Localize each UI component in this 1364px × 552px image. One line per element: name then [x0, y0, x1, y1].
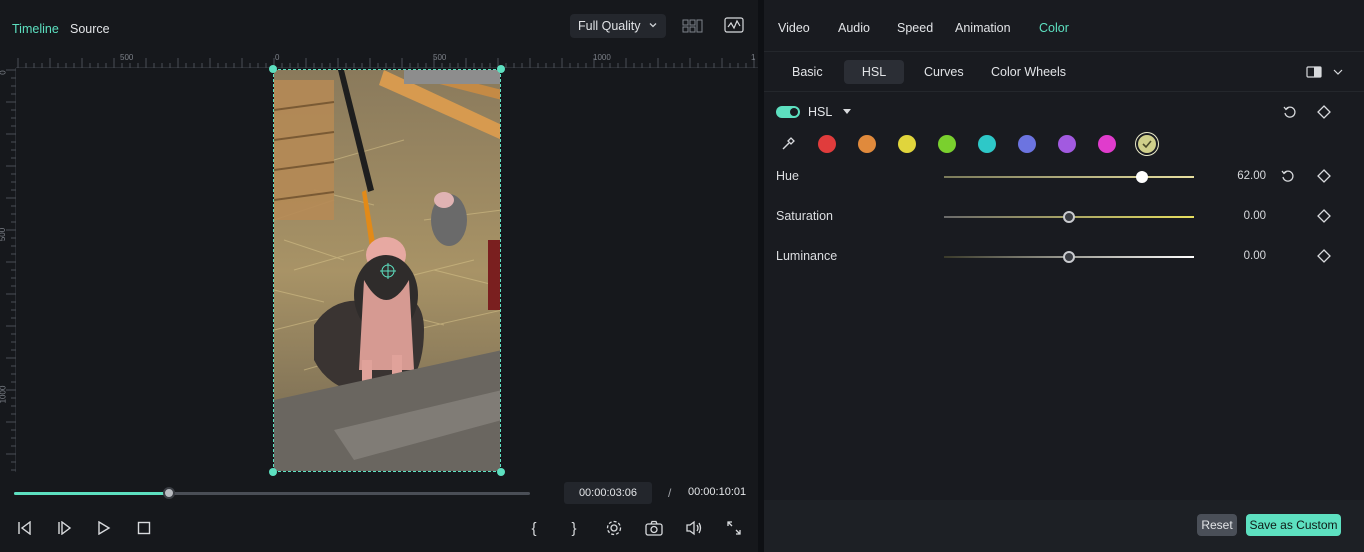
tab-video[interactable]: Video: [778, 21, 810, 35]
fullscreen-icon[interactable]: [724, 518, 744, 538]
swatch-cyan[interactable]: [978, 135, 996, 153]
play-icon[interactable]: [94, 518, 114, 538]
properties-panel: Video Audio Speed Animation Color Basic …: [764, 0, 1364, 552]
ruler-label: 500: [120, 53, 134, 62]
param-label: Saturation: [776, 209, 833, 223]
scope-waveform-icon[interactable]: [723, 15, 745, 35]
tab-animation[interactable]: Animation: [955, 21, 1011, 35]
ruler-label: 0: [0, 70, 8, 74]
snapshot-camera-icon[interactable]: [644, 518, 664, 538]
compare-view-icon[interactable]: [1306, 65, 1322, 79]
param-value[interactable]: 0.00: [1214, 210, 1266, 222]
check-icon: [1142, 140, 1152, 149]
progress-fill: [14, 492, 169, 495]
property-tabs: Video Audio Speed Animation Color: [764, 0, 1364, 52]
quality-dropdown[interactable]: Full Quality: [570, 14, 666, 38]
swatch-blue[interactable]: [1018, 135, 1036, 153]
swatch-purple[interactable]: [1058, 135, 1076, 153]
resize-handle[interactable]: [497, 65, 505, 73]
grid-layout-icon[interactable]: [682, 17, 704, 35]
keyframe-diamond-icon[interactable]: [1316, 248, 1332, 264]
param-slider[interactable]: [944, 211, 1194, 223]
tab-timeline[interactable]: Timeline: [12, 22, 59, 36]
subtab-hsl[interactable]: HSL: [844, 60, 904, 84]
ruler-label: 1000: [593, 53, 611, 62]
param-value[interactable]: 62.00: [1214, 170, 1266, 182]
settings-gear-icon[interactable]: [604, 518, 624, 538]
save-as-custom-button[interactable]: Save as Custom: [1246, 514, 1341, 536]
volume-icon[interactable]: [684, 518, 704, 538]
slider-knob[interactable]: [1063, 211, 1075, 223]
mark-in-button[interactable]: {: [524, 518, 544, 538]
param-label: Luminance: [776, 249, 838, 263]
video-preview-frame[interactable]: [273, 69, 501, 472]
hue-reset-icon[interactable]: [1280, 168, 1296, 184]
subtab-color-wheels[interactable]: Color Wheels: [977, 60, 1080, 84]
hsl-enable-toggle[interactable]: [776, 106, 800, 118]
tab-source[interactable]: Source: [70, 22, 110, 36]
tab-audio[interactable]: Audio: [838, 21, 870, 35]
previous-frame-icon[interactable]: [14, 518, 34, 538]
caret-down-icon[interactable]: [842, 108, 852, 116]
resize-handle[interactable]: [269, 65, 277, 73]
reset-icon[interactable]: [1282, 104, 1298, 120]
param-slider[interactable]: [944, 171, 1194, 183]
swatch-orange[interactable]: [858, 135, 876, 153]
ruler-label: 500: [433, 53, 447, 62]
param-label: Hue: [776, 169, 799, 183]
tab-color[interactable]: Color: [1039, 21, 1069, 35]
swatch-magenta[interactable]: [1098, 135, 1116, 153]
chevron-down-icon[interactable]: [1332, 67, 1344, 77]
playhead-knob[interactable]: [162, 487, 175, 499]
swatch-red[interactable]: [818, 135, 836, 153]
ruler-label: 1: [751, 53, 756, 62]
preview-header: Timeline Source Full Quality: [0, 0, 758, 52]
hsl-section-label: HSL: [808, 105, 833, 119]
eyedropper-icon[interactable]: [780, 136, 796, 152]
param-value[interactable]: 0.00: [1214, 250, 1266, 262]
playback-progress-bar[interactable]: [14, 487, 530, 499]
swatch-yellow[interactable]: [898, 135, 916, 153]
subtab-basic[interactable]: Basic: [778, 60, 837, 84]
keyframe-diamond-icon[interactable]: [1316, 168, 1332, 184]
tab-speed[interactable]: Speed: [897, 21, 933, 35]
slider-knob[interactable]: [1063, 251, 1075, 263]
total-time: 00:00:10:01: [688, 486, 747, 498]
stop-icon[interactable]: [134, 518, 154, 538]
resize-handle[interactable]: [269, 468, 277, 476]
swatch-selected[interactable]: [1138, 135, 1156, 153]
ruler-label: 500: [0, 227, 8, 242]
time-separator: /: [668, 486, 672, 500]
current-time: 00:00:03:06: [564, 482, 652, 504]
keyframe-diamond-icon[interactable]: [1316, 208, 1332, 224]
reset-button[interactable]: Reset: [1197, 514, 1237, 536]
slider-knob[interactable]: [1135, 171, 1148, 183]
resize-handle[interactable]: [497, 468, 505, 476]
chevron-down-icon: [648, 19, 658, 33]
keyframe-diamond-icon[interactable]: [1316, 104, 1332, 120]
quality-label: Full Quality: [578, 19, 641, 33]
param-slider[interactable]: [944, 251, 1194, 263]
next-frame-icon[interactable]: [54, 518, 74, 538]
mark-out-button[interactable]: }: [564, 518, 584, 538]
preview-panel: Timeline Source Full Quality 500 0 500 1…: [0, 0, 758, 552]
video-frame-image: [274, 70, 500, 471]
swatch-green[interactable]: [938, 135, 956, 153]
ruler-label: 0: [275, 53, 280, 62]
ruler-vertical: 0 500 1000: [0, 68, 16, 472]
ruler-horizontal: 500 0 500 1000 1: [16, 52, 758, 68]
color-subtabs: Basic HSL Curves Color Wheels: [764, 52, 1364, 92]
subtab-curves[interactable]: Curves: [910, 60, 978, 84]
ruler-label: 1000: [0, 385, 8, 404]
